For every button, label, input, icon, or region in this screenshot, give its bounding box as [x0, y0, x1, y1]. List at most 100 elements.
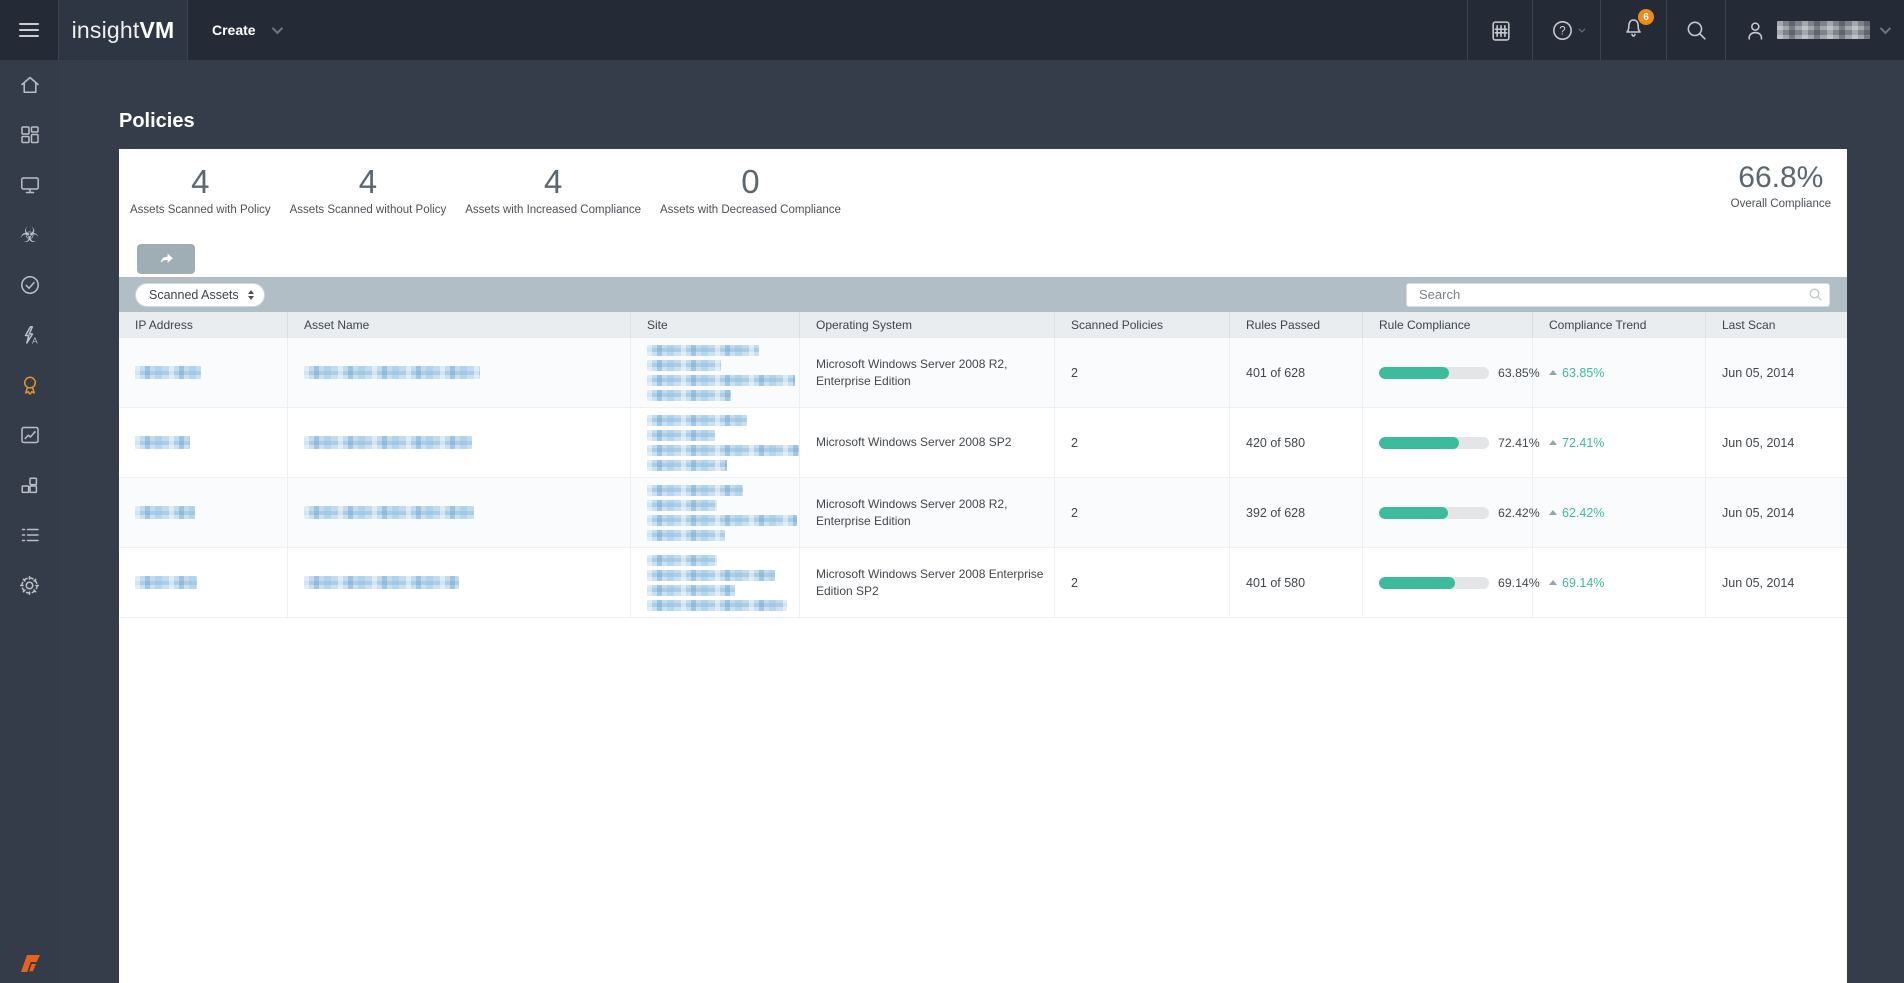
redacted-asset-name — [304, 436, 472, 449]
monitor-icon — [20, 177, 39, 194]
cell-rules-passed: 420 of 580 — [1230, 408, 1363, 477]
policies-card: 4 Assets Scanned with Policy 4 Assets Sc… — [119, 149, 1847, 983]
main-content: Policies 4 Assets Scanned with Policy 4 … — [60, 60, 1904, 983]
sidebar-item-vulnerabilities[interactable]: ☣ — [0, 210, 59, 260]
calendar-icon — [1491, 20, 1510, 41]
help-button[interactable]: ? — [1532, 0, 1600, 60]
column-header-site[interactable]: Site — [631, 312, 800, 338]
sidebar-item-automation[interactable]: A — [0, 310, 59, 360]
asset-filter-select[interactable]: Scanned Assets — [135, 282, 265, 307]
rapid7-logo[interactable] — [0, 951, 59, 975]
redacted-site-line — [647, 570, 775, 581]
column-header-asset-name[interactable]: Asset Name — [288, 312, 631, 338]
redacted-site-line — [647, 485, 743, 496]
chevron-down-icon — [271, 22, 283, 35]
cell-ip-address[interactable] — [119, 408, 288, 477]
compliance-bar — [1379, 576, 1489, 589]
last-scan-value: Jun 05, 2014 — [1722, 575, 1795, 590]
search-input[interactable] — [1406, 282, 1830, 307]
cell-scanned-policies: 2 — [1055, 478, 1230, 547]
cell-compliance-trend: 72.41% — [1533, 408, 1706, 477]
check-circle-icon — [20, 276, 39, 294]
sidebar-item-goals[interactable] — [0, 410, 59, 460]
table-header: IP Address Asset Name Site Operating Sys… — [119, 312, 1847, 338]
global-search-button[interactable] — [1666, 0, 1725, 60]
compliance-bar-fill — [1379, 366, 1450, 379]
os-text: Microsoft Windows Server 2008 Enterprise… — [816, 566, 1044, 598]
svg-text:A: A — [32, 336, 38, 346]
cell-site[interactable] — [631, 338, 800, 407]
redacted-site-line — [647, 415, 747, 426]
table-row[interactable]: Microsoft Windows Server 2008 R2, Enterp… — [119, 478, 1847, 548]
cell-asset-name[interactable] — [288, 548, 631, 617]
cell-site[interactable] — [631, 408, 800, 477]
redacted-site-line — [647, 460, 727, 471]
cell-scanned-policies: 2 — [1055, 408, 1230, 477]
table-search — [1406, 282, 1830, 307]
asset-filter-value: Scanned Assets — [149, 287, 239, 302]
table-row[interactable]: Microsoft Windows Server 2008 SP2 2 420 … — [119, 408, 1847, 478]
column-header-ip-address[interactable]: IP Address — [119, 312, 288, 338]
stat-assets-with-policy: 4 Assets Scanned with Policy — [130, 163, 271, 216]
sidebar-item-plugins[interactable] — [0, 460, 59, 510]
rules-passed-value: 420 of 580 — [1246, 435, 1306, 450]
sidebar: ☣ A — [0, 60, 59, 983]
select-arrows-icon — [247, 289, 254, 300]
overall-compliance: 66.8% Overall Compliance — [1731, 161, 1831, 210]
calendar-button[interactable] — [1467, 0, 1532, 60]
sidebar-item-assets[interactable] — [0, 160, 59, 210]
cell-site[interactable] — [631, 548, 800, 617]
redacted-ip — [135, 436, 190, 449]
stat-value: 4 — [543, 163, 563, 200]
column-header-rule-compliance[interactable]: Rule Compliance — [1363, 312, 1533, 338]
cell-rule-compliance: 69.14% — [1363, 548, 1540, 617]
cell-asset-name[interactable] — [288, 408, 631, 477]
stat-label: Assets Scanned without Policy — [289, 203, 447, 216]
sidebar-item-remediation[interactable] — [0, 260, 59, 310]
column-header-compliance-trend[interactable]: Compliance Trend — [1533, 312, 1706, 338]
compliance-bar-fill — [1379, 506, 1448, 519]
cell-last-scan: Jun 05, 2014 — [1706, 408, 1847, 477]
create-menu[interactable]: Create — [188, 0, 304, 60]
redacted-site-line — [647, 530, 725, 541]
trend-percent: 72.41% — [1562, 435, 1605, 450]
menu-button[interactable] — [0, 0, 59, 60]
user-icon — [1748, 21, 1763, 40]
table-row[interactable]: Microsoft Windows Server 2008 Enterprise… — [119, 548, 1847, 618]
column-header-operating-system[interactable]: Operating System — [800, 312, 1055, 338]
redacted-site-line — [647, 515, 797, 526]
stat-label: Assets Scanned with Policy — [130, 203, 271, 216]
column-header-last-scan[interactable]: Last Scan — [1706, 312, 1847, 338]
sidebar-item-dashboards[interactable] — [0, 110, 59, 160]
search-icon — [1809, 287, 1822, 301]
chart-box-icon — [20, 426, 39, 444]
sidebar-item-management[interactable] — [0, 510, 59, 560]
column-header-scanned-policies[interactable]: Scanned Policies — [1055, 312, 1230, 338]
share-button[interactable] — [137, 244, 195, 274]
redacted-asset-name — [304, 576, 459, 589]
cell-rules-passed: 401 of 628 — [1230, 338, 1363, 407]
redacted-site-line — [647, 555, 717, 566]
trend-up-icon — [1549, 440, 1557, 445]
cell-operating-system: Microsoft Windows Server 2008 Enterprise… — [800, 548, 1055, 617]
sidebar-item-home[interactable] — [0, 60, 59, 110]
user-menu[interactable] — [1725, 0, 1904, 60]
cell-ip-address[interactable] — [119, 548, 288, 617]
cell-asset-name[interactable] — [288, 338, 631, 407]
column-header-rules-passed[interactable]: Rules Passed — [1230, 312, 1363, 338]
cell-asset-name[interactable] — [288, 478, 631, 547]
redacted-site — [647, 415, 799, 471]
sidebar-item-administration[interactable] — [0, 560, 59, 610]
blocks-icon — [20, 477, 37, 494]
stats-bar: 4 Assets Scanned with Policy 4 Assets Sc… — [119, 149, 1847, 244]
cell-ip-address[interactable] — [119, 338, 288, 407]
compliance-bar-fill — [1379, 436, 1459, 449]
sidebar-item-policies[interactable] — [0, 360, 59, 410]
brand-logo[interactable]: insightVM — [59, 0, 188, 60]
scanned-policies-value: 2 — [1071, 435, 1078, 450]
cell-site[interactable] — [631, 478, 800, 547]
notifications-button[interactable]: 6 — [1600, 0, 1666, 60]
scanned-policies-value: 2 — [1071, 575, 1078, 590]
table-row[interactable]: Microsoft Windows Server 2008 R2, Enterp… — [119, 338, 1847, 408]
cell-ip-address[interactable] — [119, 478, 288, 547]
